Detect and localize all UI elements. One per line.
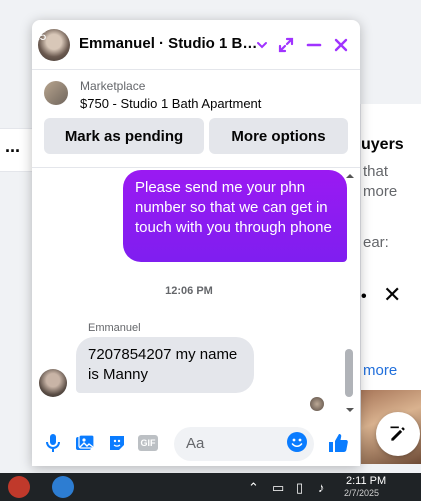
message-list: Please send me your phn number so that w… (32, 169, 360, 417)
taskbar-app-icon[interactable] (52, 476, 74, 498)
incoming-message[interactable]: 7207854207 my name is Manny (76, 337, 254, 393)
scrollbar[interactable] (342, 169, 358, 417)
more-options-icon[interactable]: ... (5, 136, 20, 157)
avatar-overlay-text: L5 (33, 29, 47, 43)
background-text: that more (363, 162, 397, 202)
sender-avatar[interactable] (39, 369, 67, 397)
taskbar-date[interactable]: 2/7/2025 (344, 488, 379, 498)
listing-title[interactable]: $750 - Studio 1 Bath Apartment (80, 96, 261, 111)
scroll-down-icon[interactable] (342, 405, 358, 415)
background-line: that (363, 163, 389, 180)
seen-indicator-avatar (310, 397, 324, 411)
more-options-button[interactable]: More options (209, 118, 348, 154)
mark-as-pending-button[interactable]: Mark as pending (44, 118, 204, 154)
close-icon[interactable]: ✕ (383, 282, 401, 308)
background-right-panel: uyers that more ear: • ✕ more (360, 104, 421, 464)
message-composer: GIF Aa (32, 420, 360, 466)
sender-name: Emmanuel (88, 322, 141, 334)
camera-icon[interactable]: ▭ (272, 480, 284, 496)
chat-title[interactable]: Emmanuel · Studio 1 B… (79, 35, 257, 52)
taskbar-time[interactable]: 2:11 PM (346, 475, 386, 487)
chevron-up-icon[interactable]: ⌃ (248, 480, 259, 496)
chevron-down-icon[interactable] (250, 33, 274, 57)
chat-window: L5 Emmanuel · Studio 1 B… Marketplace $7… (32, 20, 360, 466)
taskbar-app-icon[interactable] (8, 476, 30, 498)
volume-icon[interactable]: ♪ (318, 480, 325, 495)
windows-taskbar: ⌃ ▭ ▯ ♪ 2:11 PM 2/7/2025 (0, 473, 421, 501)
scroll-thumb[interactable] (345, 349, 353, 397)
scroll-up-icon[interactable] (342, 171, 358, 181)
background-line: more (363, 183, 398, 200)
expand-icon[interactable] (274, 33, 298, 57)
thumbs-up-icon[interactable] (326, 431, 350, 455)
photo-icon[interactable] (75, 433, 95, 453)
background-heading: uyers (361, 136, 404, 153)
microphone-icon[interactable] (43, 433, 63, 453)
edit-icon (390, 426, 405, 441)
gif-label: GIF (138, 435, 158, 451)
emoji-icon[interactable] (286, 431, 308, 453)
chat-header[interactable]: L5 Emmanuel · Studio 1 B… (32, 20, 360, 70)
see-more-link[interactable]: more (363, 362, 397, 379)
outgoing-message[interactable]: Please send me your phn number so that w… (123, 170, 347, 262)
sticker-icon[interactable] (107, 433, 127, 453)
new-message-button[interactable] (376, 412, 420, 456)
network-icon[interactable]: ▯ (296, 480, 303, 496)
background-dot: • (361, 288, 367, 305)
message-timestamp: 12:06 PM (165, 285, 213, 297)
background-label: ear: (363, 234, 389, 251)
minimize-icon[interactable] (302, 33, 326, 57)
message-input-placeholder: Aa (186, 435, 205, 452)
gif-icon[interactable]: GIF (138, 433, 158, 453)
listing-thumbnail[interactable] (44, 81, 68, 105)
marketplace-label: Marketplace (80, 79, 146, 93)
marketplace-panel: Marketplace $750 - Studio 1 Bath Apartme… (32, 71, 360, 168)
close-icon[interactable] (329, 33, 353, 57)
